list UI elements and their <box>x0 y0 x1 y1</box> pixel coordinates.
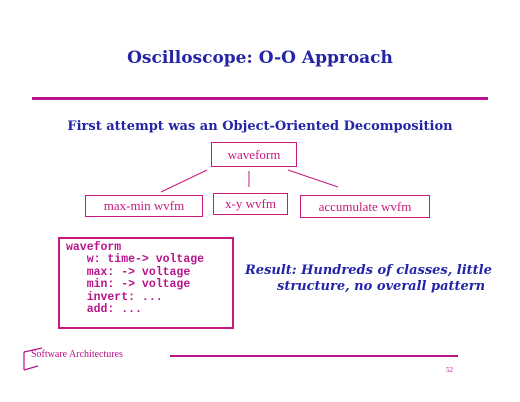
class-label-x-y-wvfm: x-y wvfm <box>225 196 276 211</box>
connector-max-min <box>160 169 208 193</box>
class-box-waveform: waveform <box>211 142 297 167</box>
result-line-2: structure, no overall pattern <box>277 279 486 294</box>
page-number: 52 <box>446 366 453 374</box>
slide-subtitle: First attempt was an Object-Oriented Dec… <box>67 119 453 134</box>
footer-label: Software Architectures <box>31 349 123 360</box>
class-label-accumulate-wvfm: accumulate wvfm <box>318 198 412 214</box>
class-label-max-min-wvfm: max-min wvfm <box>103 198 185 213</box>
code-line: min: -> voltage <box>66 278 191 292</box>
slide-title: Oscilloscope: O-O Approach <box>127 48 393 68</box>
class-box-max-min-wvfm: max-min wvfm <box>85 195 203 217</box>
title-divider <box>32 97 488 100</box>
code-line: w: time-> voltage <box>66 253 205 267</box>
footer-divider <box>170 355 458 357</box>
code-block: waveform w: time-> voltage max: -> volta… <box>58 237 234 329</box>
class-box-x-y-wvfm: x-y wvfm <box>213 193 288 215</box>
class-label-waveform: waveform <box>227 146 281 162</box>
result-note: Result: Hundreds of classes, little stru… <box>245 263 495 295</box>
class-box-accumulate-wvfm: accumulate wvfm <box>300 195 430 218</box>
connector-accumulate <box>287 169 339 188</box>
code-line: add: ... <box>66 303 142 317</box>
result-line-1: Result: Hundreds of classes, little <box>245 263 492 278</box>
